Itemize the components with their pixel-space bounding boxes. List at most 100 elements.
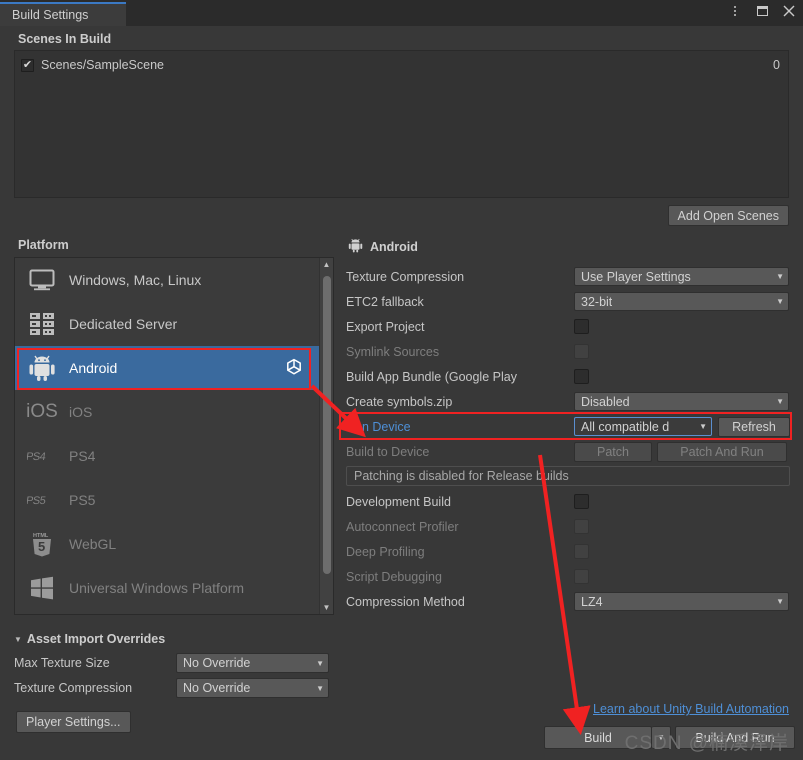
dropdown-value: No Override [183, 681, 251, 695]
build-dropdown-button[interactable]: ▼ [652, 726, 671, 749]
platform-header: Platform [18, 238, 69, 252]
setting-row-script-debugging: Script Debugging [346, 566, 790, 587]
override-label: Texture Compression [14, 681, 133, 695]
scene-enabled-checkbox[interactable] [21, 58, 34, 72]
patch-and-run-button: Patch And Run [657, 441, 787, 462]
development-build-checkbox[interactable] [574, 494, 589, 509]
window-controls [727, 3, 797, 19]
setting-row-texture-compression: Texture Compression Use Player Settings … [346, 266, 790, 287]
dropdown-value: Disabled [581, 394, 630, 409]
dropdown-value: Use Player Settings [581, 269, 691, 284]
tab-label: Build Settings [12, 8, 89, 22]
platform-item-label: Dedicated Server [69, 316, 178, 332]
export-project-checkbox[interactable] [574, 319, 589, 334]
platform-list[interactable]: Windows, Mac, Linux Dedicated Server And… [14, 257, 334, 615]
player-settings-button[interactable]: Player Settings... [16, 711, 131, 733]
platform-item-ps4[interactable]: PS4 PS4 [15, 434, 333, 478]
ps5-icon: PS5 [23, 494, 61, 506]
platform-item-dedicated-server[interactable]: Dedicated Server [15, 302, 333, 346]
svg-text:5: 5 [38, 539, 45, 554]
setting-label: ETC2 fallback [346, 294, 424, 309]
platform-item-windows-mac-linux[interactable]: Windows, Mac, Linux [15, 258, 333, 302]
platform-item-uwp[interactable]: Universal Windows Platform [15, 566, 333, 610]
close-icon[interactable] [781, 3, 797, 19]
platform-item-webgl[interactable]: HTML 5 WebGL [15, 522, 333, 566]
run-device-dropdown[interactable]: All compatible d ▼ [574, 417, 712, 436]
svg-text:PS5: PS5 [27, 495, 46, 506]
setting-label: Create symbols.zip [346, 394, 453, 409]
asset-import-overrides-label: Asset Import Overrides [26, 632, 166, 646]
platform-list-scrollbar[interactable]: ▲ ▼ [319, 258, 333, 614]
build-buttons-group: Build ▼ Build And Run [544, 726, 795, 749]
setting-row-export-project: Export Project [346, 316, 790, 337]
platform-item-label: WebGL [69, 536, 117, 552]
script-debugging-checkbox [574, 569, 589, 584]
texture-compression-dropdown[interactable]: Use Player Settings ▼ [574, 267, 789, 286]
target-title-label: Android [370, 240, 418, 254]
platform-column: Platform Windows, Mac, Linux Dedicated S… [14, 238, 334, 616]
platform-item-android[interactable]: Android [15, 346, 333, 390]
scroll-down-icon[interactable]: ▼ [320, 601, 333, 614]
build-button[interactable]: Build [544, 726, 652, 749]
unity-logo-icon [285, 358, 303, 379]
override-row-texture-compression: Texture Compression No Override ▼ [0, 677, 803, 699]
scrollbar-thumb[interactable] [323, 276, 331, 574]
asset-import-overrides-header[interactable]: ▼ Asset Import Overrides [0, 632, 803, 652]
platform-item-label: Android [69, 360, 118, 376]
kebab-menu-icon[interactable] [727, 3, 743, 19]
compression-method-dropdown[interactable]: LZ4 ▼ [574, 592, 789, 611]
android-icon [23, 355, 61, 381]
override-texture-compression-dropdown[interactable]: No Override ▼ [176, 678, 329, 698]
platform-item-label: Universal Windows Platform [69, 580, 245, 596]
dropdown-value: LZ4 [581, 594, 603, 609]
setting-label: Texture Compression [346, 269, 465, 284]
setting-row-development-build: Development Build [346, 491, 790, 512]
chevron-down-icon: ▼ [776, 272, 784, 281]
html5-icon: HTML 5 [23, 531, 61, 557]
setting-label: Development Build [346, 494, 451, 509]
override-label: Max Texture Size [14, 656, 110, 670]
add-open-scenes-row: Add Open Scenes [0, 198, 803, 226]
setting-label: Export Project [346, 319, 425, 334]
platform-item-label: PS5 [69, 492, 96, 508]
refresh-devices-button[interactable]: Refresh [718, 416, 790, 437]
chevron-down-icon: ▼ [776, 597, 784, 606]
create-symbols-zip-dropdown[interactable]: Disabled ▼ [574, 392, 789, 411]
patch-notice: Patching is disabled for Release builds [346, 466, 790, 486]
maximize-icon[interactable] [754, 3, 770, 19]
monitor-icon [23, 269, 61, 291]
setting-row-symlink-sources: Symlink Sources [346, 341, 790, 362]
chevron-down-icon: ▼ [776, 397, 784, 406]
footer-area: ▼ Asset Import Overrides Max Texture Siz… [0, 632, 803, 760]
add-open-scenes-button[interactable]: Add Open Scenes [667, 205, 789, 226]
setting-row-build-app-bundle: Build App Bundle (Google Play [346, 366, 790, 387]
setting-label: Script Debugging [346, 569, 442, 584]
setting-label: Build App Bundle (Google Play [346, 369, 517, 384]
tab-build-settings[interactable]: Build Settings [0, 2, 126, 26]
windows-icon [23, 576, 61, 600]
setting-row-create-symbols-zip: Create symbols.zip Disabled ▼ [346, 391, 790, 412]
etc2-fallback-dropdown[interactable]: 32-bit ▼ [574, 292, 789, 311]
chevron-down-icon[interactable]: ▼ [14, 635, 22, 644]
setting-row-deep-profiling: Deep Profiling [346, 541, 790, 562]
setting-row-build-to-device: Build to Device Patch Patch And Run [346, 441, 790, 462]
max-texture-size-dropdown[interactable]: No Override ▼ [176, 653, 329, 673]
chevron-down-icon: ▼ [316, 683, 324, 693]
platform-item-ps5[interactable]: PS5 PS5 [15, 478, 333, 522]
setting-label: Build to Device [346, 444, 430, 459]
setting-label: Symlink Sources [346, 344, 440, 359]
scroll-up-icon[interactable]: ▲ [320, 258, 333, 271]
learn-about-build-automation-link[interactable]: Learn about Unity Build Automation [593, 702, 789, 716]
build-and-run-button[interactable]: Build And Run [675, 726, 795, 749]
setting-row-etc2-fallback: ETC2 fallback 32-bit ▼ [346, 291, 790, 312]
dropdown-value: 32-bit [581, 294, 613, 309]
platform-item-label: PS4 [69, 448, 96, 464]
deep-profiling-checkbox [574, 544, 589, 559]
scenes-in-build-list[interactable]: Scenes/SampleScene 0 [14, 50, 789, 198]
platform-item-ios[interactable]: iOS iOS [15, 390, 333, 434]
build-app-bundle-checkbox[interactable] [574, 369, 589, 384]
scene-path-label: Scenes/SampleScene [41, 58, 164, 72]
server-icon [23, 312, 61, 336]
scene-list-item[interactable]: Scenes/SampleScene 0 [15, 55, 788, 75]
override-row-max-texture-size: Max Texture Size No Override ▼ [0, 652, 803, 674]
